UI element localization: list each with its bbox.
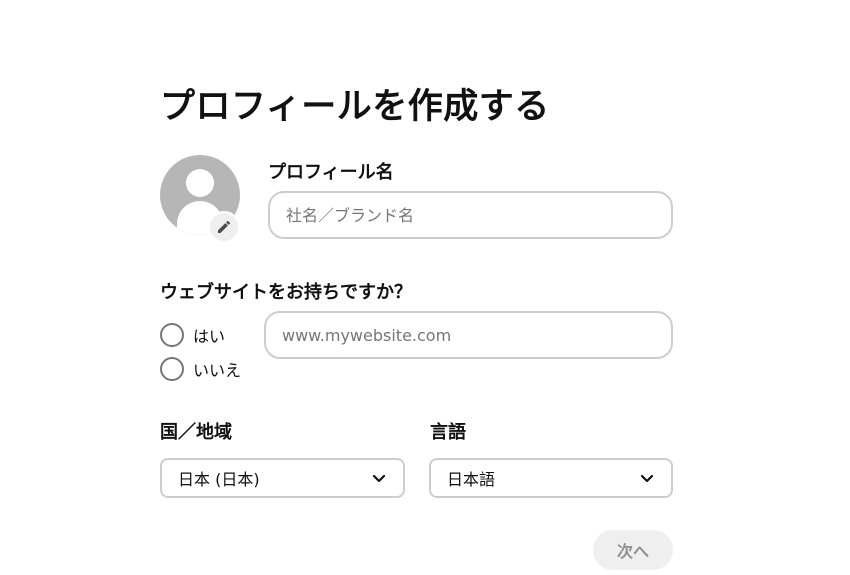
language-label: 言語 <box>430 422 466 443</box>
language-select[interactable]: 日本語 <box>429 458 673 498</box>
region-label: 国／地域 <box>160 422 232 443</box>
radio-label-yes: はい <box>193 327 226 346</box>
region-selected-value: 日本 (日本) <box>178 470 260 489</box>
avatar-head <box>186 169 214 197</box>
website-question-label: ウェブサイトをお持ちですか？ <box>160 282 412 303</box>
next-button[interactable]: 次へ <box>593 530 673 570</box>
chevron-down-icon <box>372 474 386 483</box>
profile-name-label: プロフィール名 <box>268 162 394 183</box>
radio-button[interactable] <box>160 323 184 347</box>
page-title: プロフィールを作成する <box>160 87 550 127</box>
radio-label-no: いいえ <box>193 361 242 380</box>
pencil-icon <box>218 220 231 233</box>
create-profile-page: プロフィールを作成する プロフィール名 ウェブサイトをお持ちですか？ はい いい… <box>0 0 850 575</box>
profile-name-input[interactable] <box>268 191 673 239</box>
region-select[interactable]: 日本 (日本) <box>160 458 405 498</box>
radio-button[interactable] <box>160 357 184 381</box>
radio-option-no[interactable]: いいえ <box>160 357 241 381</box>
edit-avatar-button[interactable] <box>208 211 240 243</box>
website-url-input[interactable] <box>264 311 673 359</box>
language-selected-value: 日本語 <box>447 470 496 489</box>
radio-option-yes[interactable]: はい <box>160 323 225 347</box>
chevron-down-icon <box>640 474 654 483</box>
